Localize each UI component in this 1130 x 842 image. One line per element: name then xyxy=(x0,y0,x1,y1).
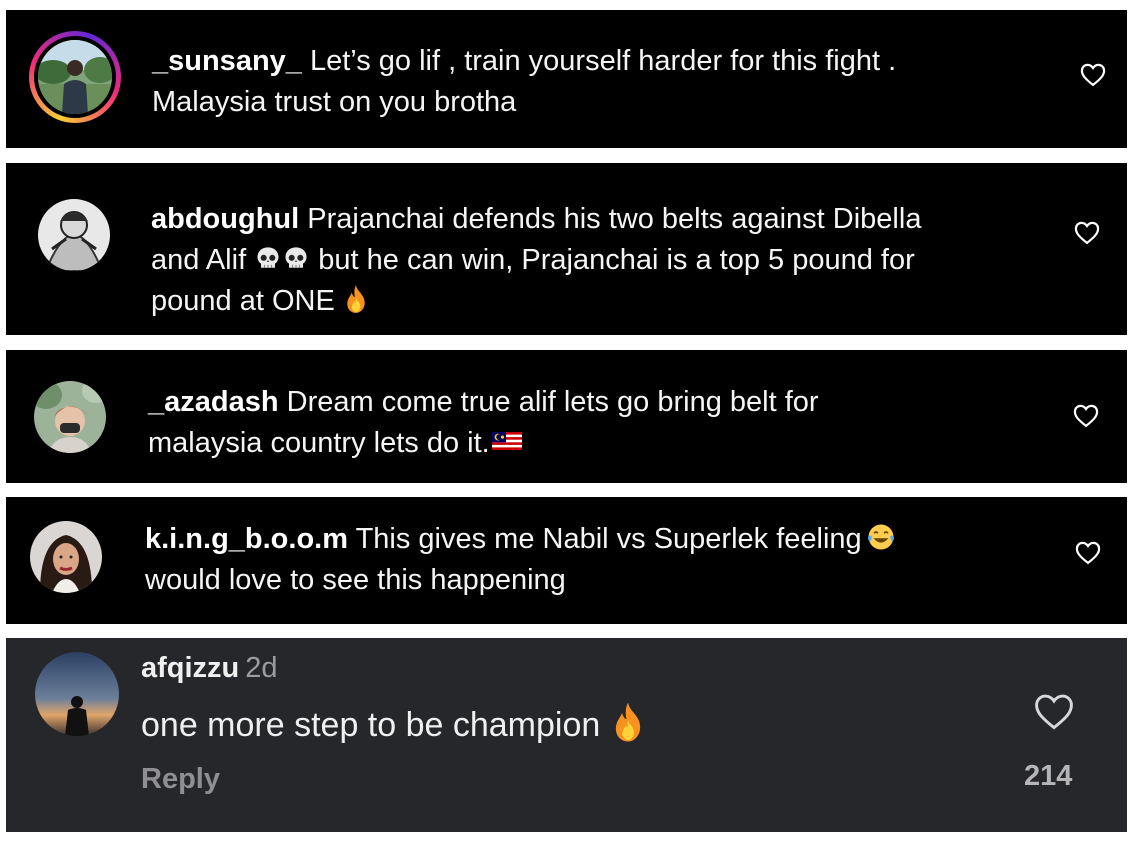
comment-header: afqizzu 2d xyxy=(141,652,278,685)
comment-text: abdoughul Prajanchai defends his two bel… xyxy=(151,199,921,322)
heart-icon[interactable] xyxy=(1079,61,1107,89)
username[interactable]: _azadash xyxy=(148,386,279,418)
comment-body-text: one more step to be champion xyxy=(141,706,601,744)
comment-body: Prajanchai defends his two belts against… xyxy=(307,203,922,235)
comment-body: This gives me Nabil vs Superlek feeling xyxy=(355,523,862,555)
username[interactable]: k.i.n.g_b.o.o.m xyxy=(145,523,348,555)
avatar[interactable] xyxy=(30,521,102,593)
comment-body-line-2a: and Alif xyxy=(151,244,247,276)
tears-of-joy-emoji xyxy=(866,522,896,552)
skull-emoji xyxy=(282,245,310,273)
comment-body-line-2b: but he can win, Prajanchai is a top 5 po… xyxy=(318,244,915,276)
comment-body-line-3: pound at ONE xyxy=(151,285,335,317)
timestamp: 2d xyxy=(245,652,278,684)
username[interactable]: afqizzu xyxy=(141,652,239,684)
fire-emoji xyxy=(610,700,646,744)
comment-body: Dream come true alif lets go bring belt … xyxy=(286,386,819,418)
comment-body: Let’s go lif , train yourself harder for… xyxy=(309,45,897,77)
comment-text: k.i.n.g_b.o.o.m This gives me Nabil vs S… xyxy=(145,519,896,601)
avatar[interactable] xyxy=(38,40,112,114)
avatar[interactable] xyxy=(38,199,110,271)
comment-card-2: abdoughul Prajanchai defends his two bel… xyxy=(6,163,1127,335)
comment-body-line-2: Malaysia trust on you brotha xyxy=(152,86,517,118)
comment-body-line-2: malaysia country lets do it. xyxy=(148,427,490,459)
username[interactable]: abdoughul xyxy=(151,203,299,235)
username[interactable]: _sunsany_ xyxy=(152,45,302,77)
like-count: 214 xyxy=(1024,760,1073,792)
avatar[interactable] xyxy=(34,381,106,453)
heart-icon[interactable] xyxy=(1074,539,1102,567)
fire-emoji xyxy=(343,284,369,314)
reply-button[interactable]: Reply xyxy=(141,763,220,796)
comment-card-3: _azadash Dream come true alif lets go br… xyxy=(6,350,1127,483)
comment-card-1: _sunsany_ Let’s go lif , train yourself … xyxy=(6,10,1127,148)
comment-body: one more step to be champion xyxy=(141,700,646,745)
comment-text: _sunsany_ Let’s go lif , train yourself … xyxy=(152,41,896,123)
heart-icon[interactable] xyxy=(1032,690,1076,734)
heart-icon[interactable] xyxy=(1073,219,1101,247)
comment-card-4: k.i.n.g_b.o.o.m This gives me Nabil vs S… xyxy=(6,497,1127,624)
comment-text: _azadash Dream come true alif lets go br… xyxy=(148,382,819,464)
comment-body-line-2: would love to see this happening xyxy=(145,564,566,596)
skull-emoji xyxy=(254,245,282,273)
malaysia-flag-emoji xyxy=(491,432,522,450)
heart-icon[interactable] xyxy=(1072,402,1100,430)
avatar[interactable] xyxy=(35,652,119,736)
